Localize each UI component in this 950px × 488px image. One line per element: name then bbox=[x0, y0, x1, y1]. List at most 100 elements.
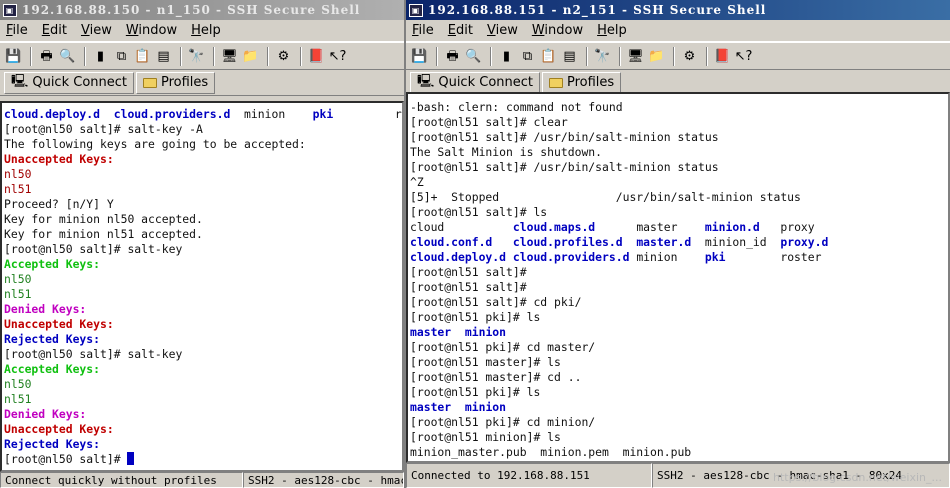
copy-icon[interactable]: ⧉ bbox=[112, 47, 131, 66]
terminal-line: [root@nl51 pki]# ls bbox=[410, 385, 948, 400]
watermark: https://blog.csdn.net/weixin_... bbox=[772, 471, 942, 484]
quick-connect-button[interactable]: 🖳 Quick Connect bbox=[4, 71, 134, 94]
print-preview-icon[interactable]: 🔍 bbox=[58, 47, 77, 66]
terminal-text: [root@nl51 master]# ls bbox=[410, 355, 561, 369]
terminal-line: [root@nl51 pki]# cd minion/ bbox=[410, 415, 948, 430]
terminal-text: Key for minion nl50 accepted. bbox=[4, 212, 203, 226]
terminal-text: pki bbox=[704, 250, 726, 264]
terminal-text: nl51 bbox=[4, 182, 32, 196]
terminal-text: proxy bbox=[759, 220, 815, 234]
terminal-text: minion_master.pub minion.pem minion.pub bbox=[410, 445, 692, 459]
profiles-button[interactable]: Profiles bbox=[542, 71, 622, 94]
menu-view[interactable]: View bbox=[487, 23, 518, 38]
context-help-icon[interactable]: ↖? bbox=[734, 47, 753, 66]
terminal-line: [root@nl50 salt]# salt-key bbox=[4, 242, 402, 257]
toolbar-separator bbox=[213, 46, 215, 66]
paste-alt-icon[interactable]: ▤ bbox=[154, 47, 173, 66]
terminal-line: Rejected Keys: bbox=[4, 332, 402, 347]
new-file-transfer-icon[interactable]: 📁 bbox=[647, 47, 666, 66]
toolbar-separator bbox=[490, 46, 492, 66]
menu-bar: File Edit View Window Help bbox=[0, 20, 404, 42]
save-icon[interactable]: 💾 bbox=[4, 47, 23, 66]
menu-edit[interactable]: Edit bbox=[42, 23, 67, 38]
terminal-text: The following keys are going to be accep… bbox=[4, 137, 306, 151]
toolbar-separator bbox=[84, 46, 86, 66]
terminal-line: [root@nl51 salt]# clear bbox=[410, 115, 948, 130]
terminal-text: nl51 bbox=[4, 392, 32, 406]
terminal-text: nl51 bbox=[4, 287, 32, 301]
menu-help[interactable]: Help bbox=[191, 23, 221, 38]
terminal-line: Key for minion nl51 accepted. bbox=[4, 227, 402, 242]
terminal-text: The Salt Minion is shutdown. bbox=[410, 145, 603, 159]
terminal-line: [root@nl51 pki]# ls bbox=[410, 310, 948, 325]
new-terminal-icon[interactable]: 🖥 bbox=[220, 47, 239, 66]
find-icon[interactable]: 🔭 bbox=[593, 47, 612, 66]
terminal-text: minion_id bbox=[691, 235, 781, 249]
terminal-line: nl50 bbox=[4, 272, 402, 287]
ssh-window-right: ▣ 192.168.88.151 - n2_151 - SSH Secure S… bbox=[404, 0, 950, 488]
terminal-text: cloud.profiles.d bbox=[512, 235, 623, 249]
terminal-line: [root@nl51 master]# cd .. bbox=[410, 370, 948, 385]
status-encryption: SSH2 - aes128-cbc - hmac-s bbox=[243, 472, 404, 488]
terminal-text: minion bbox=[464, 325, 507, 339]
terminal-line: [root@nl51 salt]# cd pki/ bbox=[410, 295, 948, 310]
help-book-icon[interactable]: 📕 bbox=[307, 47, 326, 66]
help-book-icon[interactable]: 📕 bbox=[713, 47, 732, 66]
settings-icon[interactable]: ⚙ bbox=[680, 47, 699, 66]
title-bar[interactable]: ▣ 192.168.88.151 - n2_151 - SSH Secure S… bbox=[406, 0, 950, 20]
print-preview-icon[interactable]: 🔍 bbox=[464, 47, 483, 66]
paste-icon[interactable]: 📋 bbox=[133, 47, 152, 66]
print-icon[interactable]: 🖶 bbox=[37, 47, 56, 66]
terminal-text: r bbox=[333, 107, 402, 121]
terminal-text: [root@nl50 salt]# salt-key -A bbox=[4, 122, 203, 136]
quick-connect-button[interactable]: 🖳 Quick Connect bbox=[410, 71, 540, 94]
terminal-text: cloud.providers.d bbox=[512, 250, 630, 264]
title-bar[interactable]: ▣ 192.168.88.150 - n1_150 - SSH Secure S… bbox=[0, 0, 404, 20]
menu-window[interactable]: Window bbox=[532, 23, 583, 38]
terminal-text: Unaccepted Keys: bbox=[4, 317, 114, 331]
menu-window[interactable]: Window bbox=[126, 23, 177, 38]
terminal-text: [root@nl51 salt]# cd pki/ bbox=[410, 295, 582, 309]
menu-file[interactable]: File bbox=[412, 23, 434, 38]
context-help-icon[interactable]: ↖? bbox=[328, 47, 347, 66]
menu-file[interactable]: File bbox=[6, 23, 28, 38]
terminal-line: [root@nl51 pki]# cd master/ bbox=[410, 340, 948, 355]
terminal-line: [root@nl51 master]# ls bbox=[410, 355, 948, 370]
copy-icon[interactable]: ⧉ bbox=[518, 47, 537, 66]
new-terminal-icon[interactable]: 🖥 bbox=[626, 47, 645, 66]
paste-alt-icon[interactable]: ▤ bbox=[560, 47, 579, 66]
profiles-button[interactable]: Profiles bbox=[136, 71, 216, 94]
menu-help[interactable]: Help bbox=[597, 23, 627, 38]
cut-icon[interactable]: ▮ bbox=[497, 47, 516, 66]
terminal-line: -bash: clern: command not found bbox=[410, 100, 948, 115]
terminal-text: pki bbox=[312, 107, 334, 121]
terminal-line: Accepted Keys: bbox=[4, 362, 402, 377]
ssh-app-icon: ▣ bbox=[409, 3, 423, 17]
terminal-text: Accepted Keys: bbox=[4, 257, 101, 271]
terminal-line: cloud.deploy.d cloud.providers.d minion … bbox=[410, 250, 948, 265]
terminal-cursor bbox=[127, 452, 135, 465]
terminal-text: Accepted Keys: bbox=[4, 362, 101, 376]
terminal-text: minion.d bbox=[704, 220, 760, 234]
terminal-text: [root@nl50 salt]# salt-key bbox=[4, 347, 183, 361]
print-icon[interactable]: 🖶 bbox=[443, 47, 462, 66]
terminal-text: [root@nl51 pki]# cd master/ bbox=[410, 340, 596, 354]
menu-edit[interactable]: Edit bbox=[448, 23, 473, 38]
save-icon[interactable]: 💾 bbox=[410, 47, 429, 66]
new-file-transfer-icon[interactable]: 📁 bbox=[241, 47, 260, 66]
terminal-line: nl51 bbox=[4, 392, 402, 407]
window-title: 192.168.88.150 - n1_150 - SSH Secure She… bbox=[22, 3, 361, 17]
settings-icon[interactable]: ⚙ bbox=[274, 47, 293, 66]
terminal-text: [root@nl51 pki]# cd minion/ bbox=[410, 415, 596, 429]
terminal-text: proxy.d bbox=[780, 235, 829, 249]
menu-view[interactable]: View bbox=[81, 23, 112, 38]
terminal-text: Unaccepted Keys: bbox=[4, 152, 114, 166]
cut-icon[interactable]: ▮ bbox=[91, 47, 110, 66]
terminal-output[interactable]: -bash: clern: command not found [root@nl5… bbox=[406, 92, 950, 463]
terminal-output[interactable]: cloud.deploy.d cloud.providers.d minion … bbox=[0, 101, 404, 472]
paste-icon[interactable]: 📋 bbox=[539, 47, 558, 66]
find-icon[interactable]: 🔭 bbox=[187, 47, 206, 66]
